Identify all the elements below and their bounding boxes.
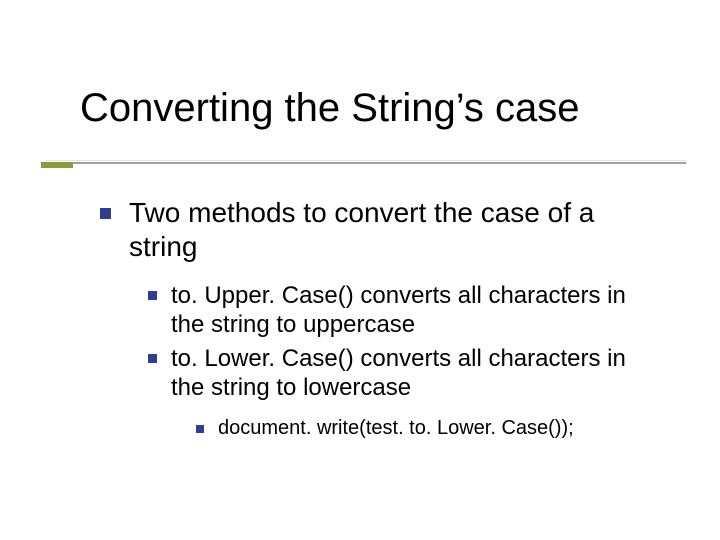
slide-title: Converting the String’s case xyxy=(80,86,580,130)
lvl3-text: document. write(test. to. Lower. Case())… xyxy=(218,416,574,440)
square-bullet-icon xyxy=(148,354,157,363)
title-underline xyxy=(46,162,686,164)
title-accent-bar xyxy=(41,162,73,168)
lvl1-text: Two methods to convert the case of a str… xyxy=(129,196,660,263)
lvl3-group: document. write(test. to. Lower. Case())… xyxy=(196,416,660,440)
list-item: to. Upper. Case() converts all character… xyxy=(148,281,660,340)
body-content: Two methods to convert the case of a str… xyxy=(100,196,660,440)
list-item: Two methods to convert the case of a str… xyxy=(100,196,660,263)
lvl2-text: to. Lower. Case() converts all character… xyxy=(171,344,660,403)
square-bullet-icon xyxy=(148,291,157,300)
lvl2-text: to. Upper. Case() converts all character… xyxy=(171,281,660,340)
slide: Converting the String’s case Two methods… xyxy=(0,0,720,540)
list-item: to. Lower. Case() converts all character… xyxy=(148,344,660,403)
square-bullet-icon xyxy=(100,208,111,219)
list-item: document. write(test. to. Lower. Case())… xyxy=(196,416,660,440)
lvl2-group: to. Upper. Case() converts all character… xyxy=(148,281,660,440)
square-bullet-icon xyxy=(196,425,204,433)
title-area: Converting the String’s case xyxy=(80,86,580,130)
